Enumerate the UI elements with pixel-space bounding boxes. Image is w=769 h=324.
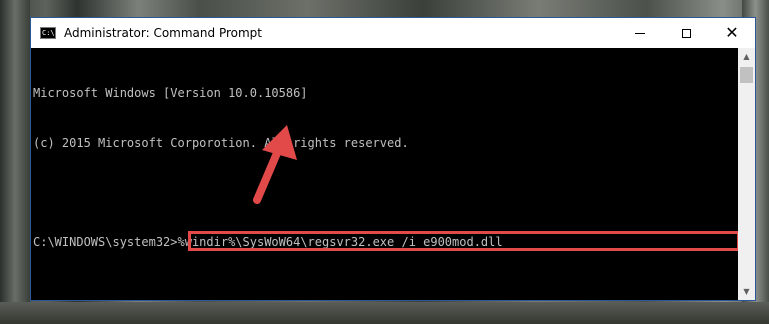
vertical-scrollbar[interactable]: ▲ ▼: [738, 48, 755, 300]
prompt-text: C:\WINDOWS\system32>: [33, 234, 178, 249]
console-app-icon[interactable]: C:\: [40, 27, 56, 39]
background-ground: [0, 302, 769, 324]
minimize-icon: [635, 32, 645, 34]
console-output[interactable]: Microsoft Windows [Version 10.0.10586] (…: [31, 48, 740, 300]
maximize-button[interactable]: [663, 18, 709, 48]
title-bar[interactable]: C:\ Administrator: Command Prompt ✕: [31, 18, 755, 48]
command-prompt-window: C:\ Administrator: Command Prompt ✕ Micr…: [30, 17, 756, 301]
console-line: (c) 2015 Microsoft Corporotion. All righ…: [33, 135, 409, 150]
close-button[interactable]: ✕: [709, 18, 755, 48]
maximize-icon: [681, 28, 691, 38]
minimize-button[interactable]: [617, 18, 663, 48]
background-tree-left: [0, 0, 30, 324]
scroll-down-icon: ▼: [743, 287, 750, 296]
scroll-up-button[interactable]: ▲: [738, 48, 755, 65]
scroll-down-button[interactable]: ▼: [738, 283, 755, 300]
scroll-up-icon: ▲: [743, 52, 750, 61]
command-text[interactable]: %windir%\SysWoW64\regsvr32.exe /i e900mo…: [178, 235, 503, 249]
scroll-thumb[interactable]: [740, 67, 753, 83]
close-icon: ✕: [725, 23, 739, 42]
command-line[interactable]: C:\WINDOWS\system32>%windir%\SysWoW64\re…: [33, 230, 740, 251]
window-title: Administrator: Command Prompt: [64, 26, 262, 40]
console-line: Microsoft Windows [Version 10.0.10586]: [33, 86, 308, 100]
